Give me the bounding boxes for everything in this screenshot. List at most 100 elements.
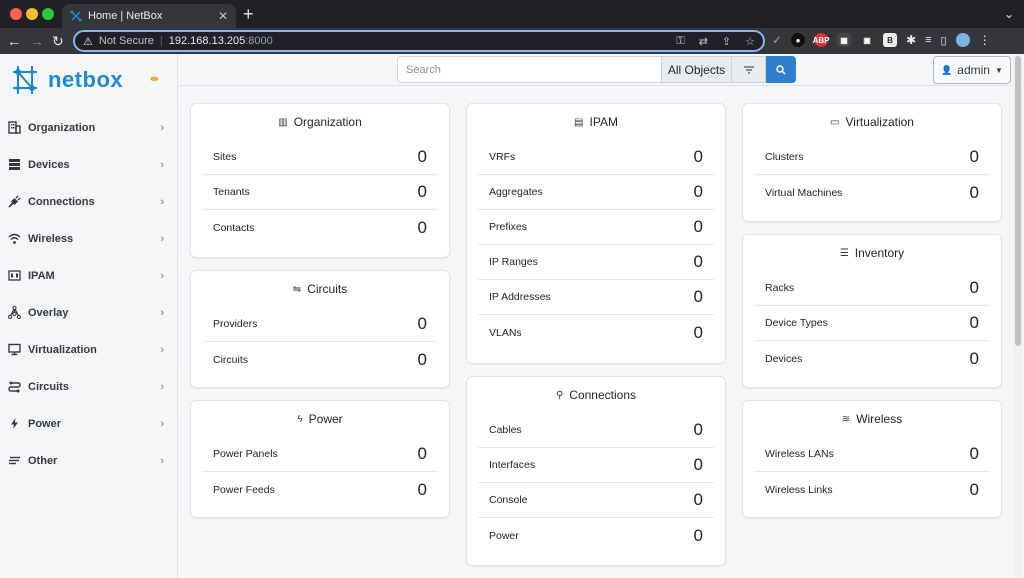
table-row[interactable]: Aggregates 0 bbox=[478, 175, 714, 210]
transit-icon bbox=[7, 380, 21, 394]
row-label[interactable]: Power Panels bbox=[213, 448, 418, 460]
plug-icon: ⚲ bbox=[555, 389, 564, 401]
scrollbar-thumb[interactable] bbox=[1015, 56, 1021, 346]
close-window-button[interactable] bbox=[10, 8, 22, 20]
back-icon[interactable]: ← bbox=[7, 32, 21, 50]
row-label[interactable]: Aggregates bbox=[489, 186, 694, 198]
row-label[interactable]: Providers bbox=[213, 318, 418, 330]
extension-dark-icon[interactable]: ● bbox=[791, 33, 806, 47]
table-row[interactable]: Circuits 0 bbox=[202, 342, 438, 377]
row-count: 0 bbox=[693, 252, 703, 271]
sidebar-item-ipam[interactable]: IPAM › bbox=[0, 257, 178, 294]
table-row[interactable]: Racks 0 bbox=[754, 271, 990, 306]
card-title: Inventory bbox=[854, 246, 905, 260]
search-scope-dropdown[interactable]: All Objects bbox=[662, 56, 732, 83]
table-row[interactable]: Tenants 0 bbox=[202, 175, 438, 210]
row-label[interactable]: Power bbox=[489, 530, 694, 542]
shield-extension-icon[interactable]: ▣ bbox=[860, 33, 875, 47]
row-label[interactable]: Tenants bbox=[213, 186, 418, 198]
row-label[interactable]: VLANs bbox=[489, 327, 694, 339]
puzzle-icon[interactable]: ✱ bbox=[906, 33, 916, 47]
row-count: 0 bbox=[417, 147, 427, 166]
card-title: Virtualization bbox=[845, 115, 914, 129]
sidebar-item-organization[interactable]: Organization › bbox=[0, 109, 178, 146]
reload-icon[interactable]: ↻ bbox=[52, 32, 64, 50]
table-row[interactable]: IP Ranges 0 bbox=[478, 245, 714, 280]
profile-avatar-icon[interactable] bbox=[955, 33, 970, 47]
tab-close-icon[interactable]: ✕ bbox=[218, 9, 228, 23]
share-icon[interactable]: ⇪ bbox=[722, 35, 731, 48]
new-tab-button[interactable]: + bbox=[243, 4, 254, 24]
row-label[interactable]: Prefixes bbox=[489, 221, 694, 233]
table-row[interactable]: Sites 0 bbox=[202, 140, 438, 175]
tab-search-icon[interactable]: ⌄ bbox=[1004, 7, 1014, 21]
search-input[interactable] bbox=[397, 56, 662, 83]
table-row[interactable]: Interfaces 0 bbox=[478, 448, 714, 483]
table-row[interactable]: Virtual Machines 0 bbox=[754, 175, 990, 210]
row-label[interactable]: Devices bbox=[765, 353, 970, 365]
table-row[interactable]: Device Types 0 bbox=[754, 306, 990, 341]
adblock-icon[interactable]: ABP bbox=[813, 33, 830, 47]
row-label[interactable]: Console bbox=[489, 494, 694, 506]
sidebar-item-virtualization[interactable]: Virtualization › bbox=[0, 331, 178, 368]
table-row[interactable]: Providers 0 bbox=[202, 307, 438, 342]
row-label[interactable]: IP Ranges bbox=[489, 256, 694, 268]
table-row[interactable]: IP Addresses 0 bbox=[478, 280, 714, 315]
table-row[interactable]: Power 0 bbox=[478, 518, 714, 553]
table-row[interactable]: Wireless LANs 0 bbox=[754, 437, 990, 472]
row-label[interactable]: VRFs bbox=[489, 151, 694, 163]
row-label[interactable]: Device Types bbox=[765, 317, 970, 329]
sidebar-item-circuits[interactable]: Circuits › bbox=[0, 368, 178, 405]
table-row[interactable]: Power Feeds 0 bbox=[202, 472, 438, 507]
table-row[interactable]: VLANs 0 bbox=[478, 315, 714, 350]
table-row[interactable]: Console 0 bbox=[478, 483, 714, 518]
grid-extension-icon[interactable]: ▦ bbox=[837, 33, 852, 47]
sidebar-item-power[interactable]: Power › bbox=[0, 405, 178, 442]
b-extension-icon[interactable]: B bbox=[883, 33, 898, 47]
row-label[interactable]: Sites bbox=[213, 151, 418, 163]
sidebar-item-connections[interactable]: Connections › bbox=[0, 183, 178, 220]
row-label[interactable]: Circuits bbox=[213, 354, 418, 366]
row-label[interactable]: Contacts bbox=[213, 222, 418, 234]
row-label[interactable]: Racks bbox=[765, 282, 970, 294]
table-row[interactable]: Cables 0 bbox=[478, 413, 714, 448]
filter-icon[interactable] bbox=[732, 56, 766, 83]
graph-icon bbox=[7, 306, 21, 320]
row-label[interactable]: Clusters bbox=[765, 151, 970, 163]
table-row[interactable]: Power Panels 0 bbox=[202, 437, 438, 472]
check-extension-icon[interactable]: ✓ bbox=[772, 33, 782, 47]
queue-icon[interactable]: ≡ bbox=[925, 34, 931, 46]
browser-tab[interactable]: Home | NetBox ✕ bbox=[62, 4, 236, 28]
sidebar-item-other[interactable]: Other › bbox=[0, 442, 178, 479]
table-row[interactable]: Contacts 0 bbox=[202, 210, 438, 245]
maximize-window-button[interactable] bbox=[42, 8, 54, 20]
search-button[interactable] bbox=[766, 56, 796, 83]
row-label[interactable]: Power Feeds bbox=[213, 484, 418, 496]
translate-icon[interactable]: ⇄ bbox=[699, 35, 708, 48]
row-label[interactable]: IP Addresses bbox=[489, 291, 694, 303]
row-label[interactable]: Cables bbox=[489, 424, 694, 436]
row-label[interactable]: Interfaces bbox=[489, 459, 694, 471]
row-label[interactable]: Wireless Links bbox=[765, 484, 970, 496]
bookmark-star-icon[interactable]: ☆ bbox=[745, 35, 755, 48]
netbox-logo[interactable]: netbox bbox=[8, 62, 123, 98]
user-menu-button[interactable]: 👤 admin ▼ bbox=[933, 56, 1011, 84]
table-row[interactable]: Wireless Links 0 bbox=[754, 472, 990, 507]
pin-sidebar-icon[interactable]: ⇹ bbox=[150, 74, 158, 85]
table-row[interactable]: Clusters 0 bbox=[754, 140, 990, 175]
key-icon[interactable]: ⚿ bbox=[676, 35, 684, 48]
row-label[interactable]: Wireless LANs bbox=[765, 448, 970, 460]
minimize-window-button[interactable] bbox=[26, 8, 38, 20]
sidebar-item-overlay[interactable]: Overlay › bbox=[0, 294, 178, 331]
forward-icon[interactable]: → bbox=[30, 32, 44, 50]
table-row[interactable]: VRFs 0 bbox=[478, 140, 714, 175]
sidepanel-icon[interactable]: ▯ bbox=[941, 34, 947, 47]
table-row[interactable]: Devices 0 bbox=[754, 341, 990, 376]
browser-menu-icon[interactable]: ⋮ bbox=[979, 33, 991, 47]
sidebar-item-devices[interactable]: Devices › bbox=[0, 146, 178, 183]
sidebar-item-wireless[interactable]: Wireless › bbox=[0, 220, 178, 257]
row-label[interactable]: Virtual Machines bbox=[765, 187, 970, 199]
table-row[interactable]: Prefixes 0 bbox=[478, 210, 714, 245]
address-bar[interactable]: ⚠ Not Secure | 192.168.13.205 :8000 ⚿ ⇄ … bbox=[73, 30, 765, 52]
page-scrollbar[interactable] bbox=[1013, 54, 1023, 578]
